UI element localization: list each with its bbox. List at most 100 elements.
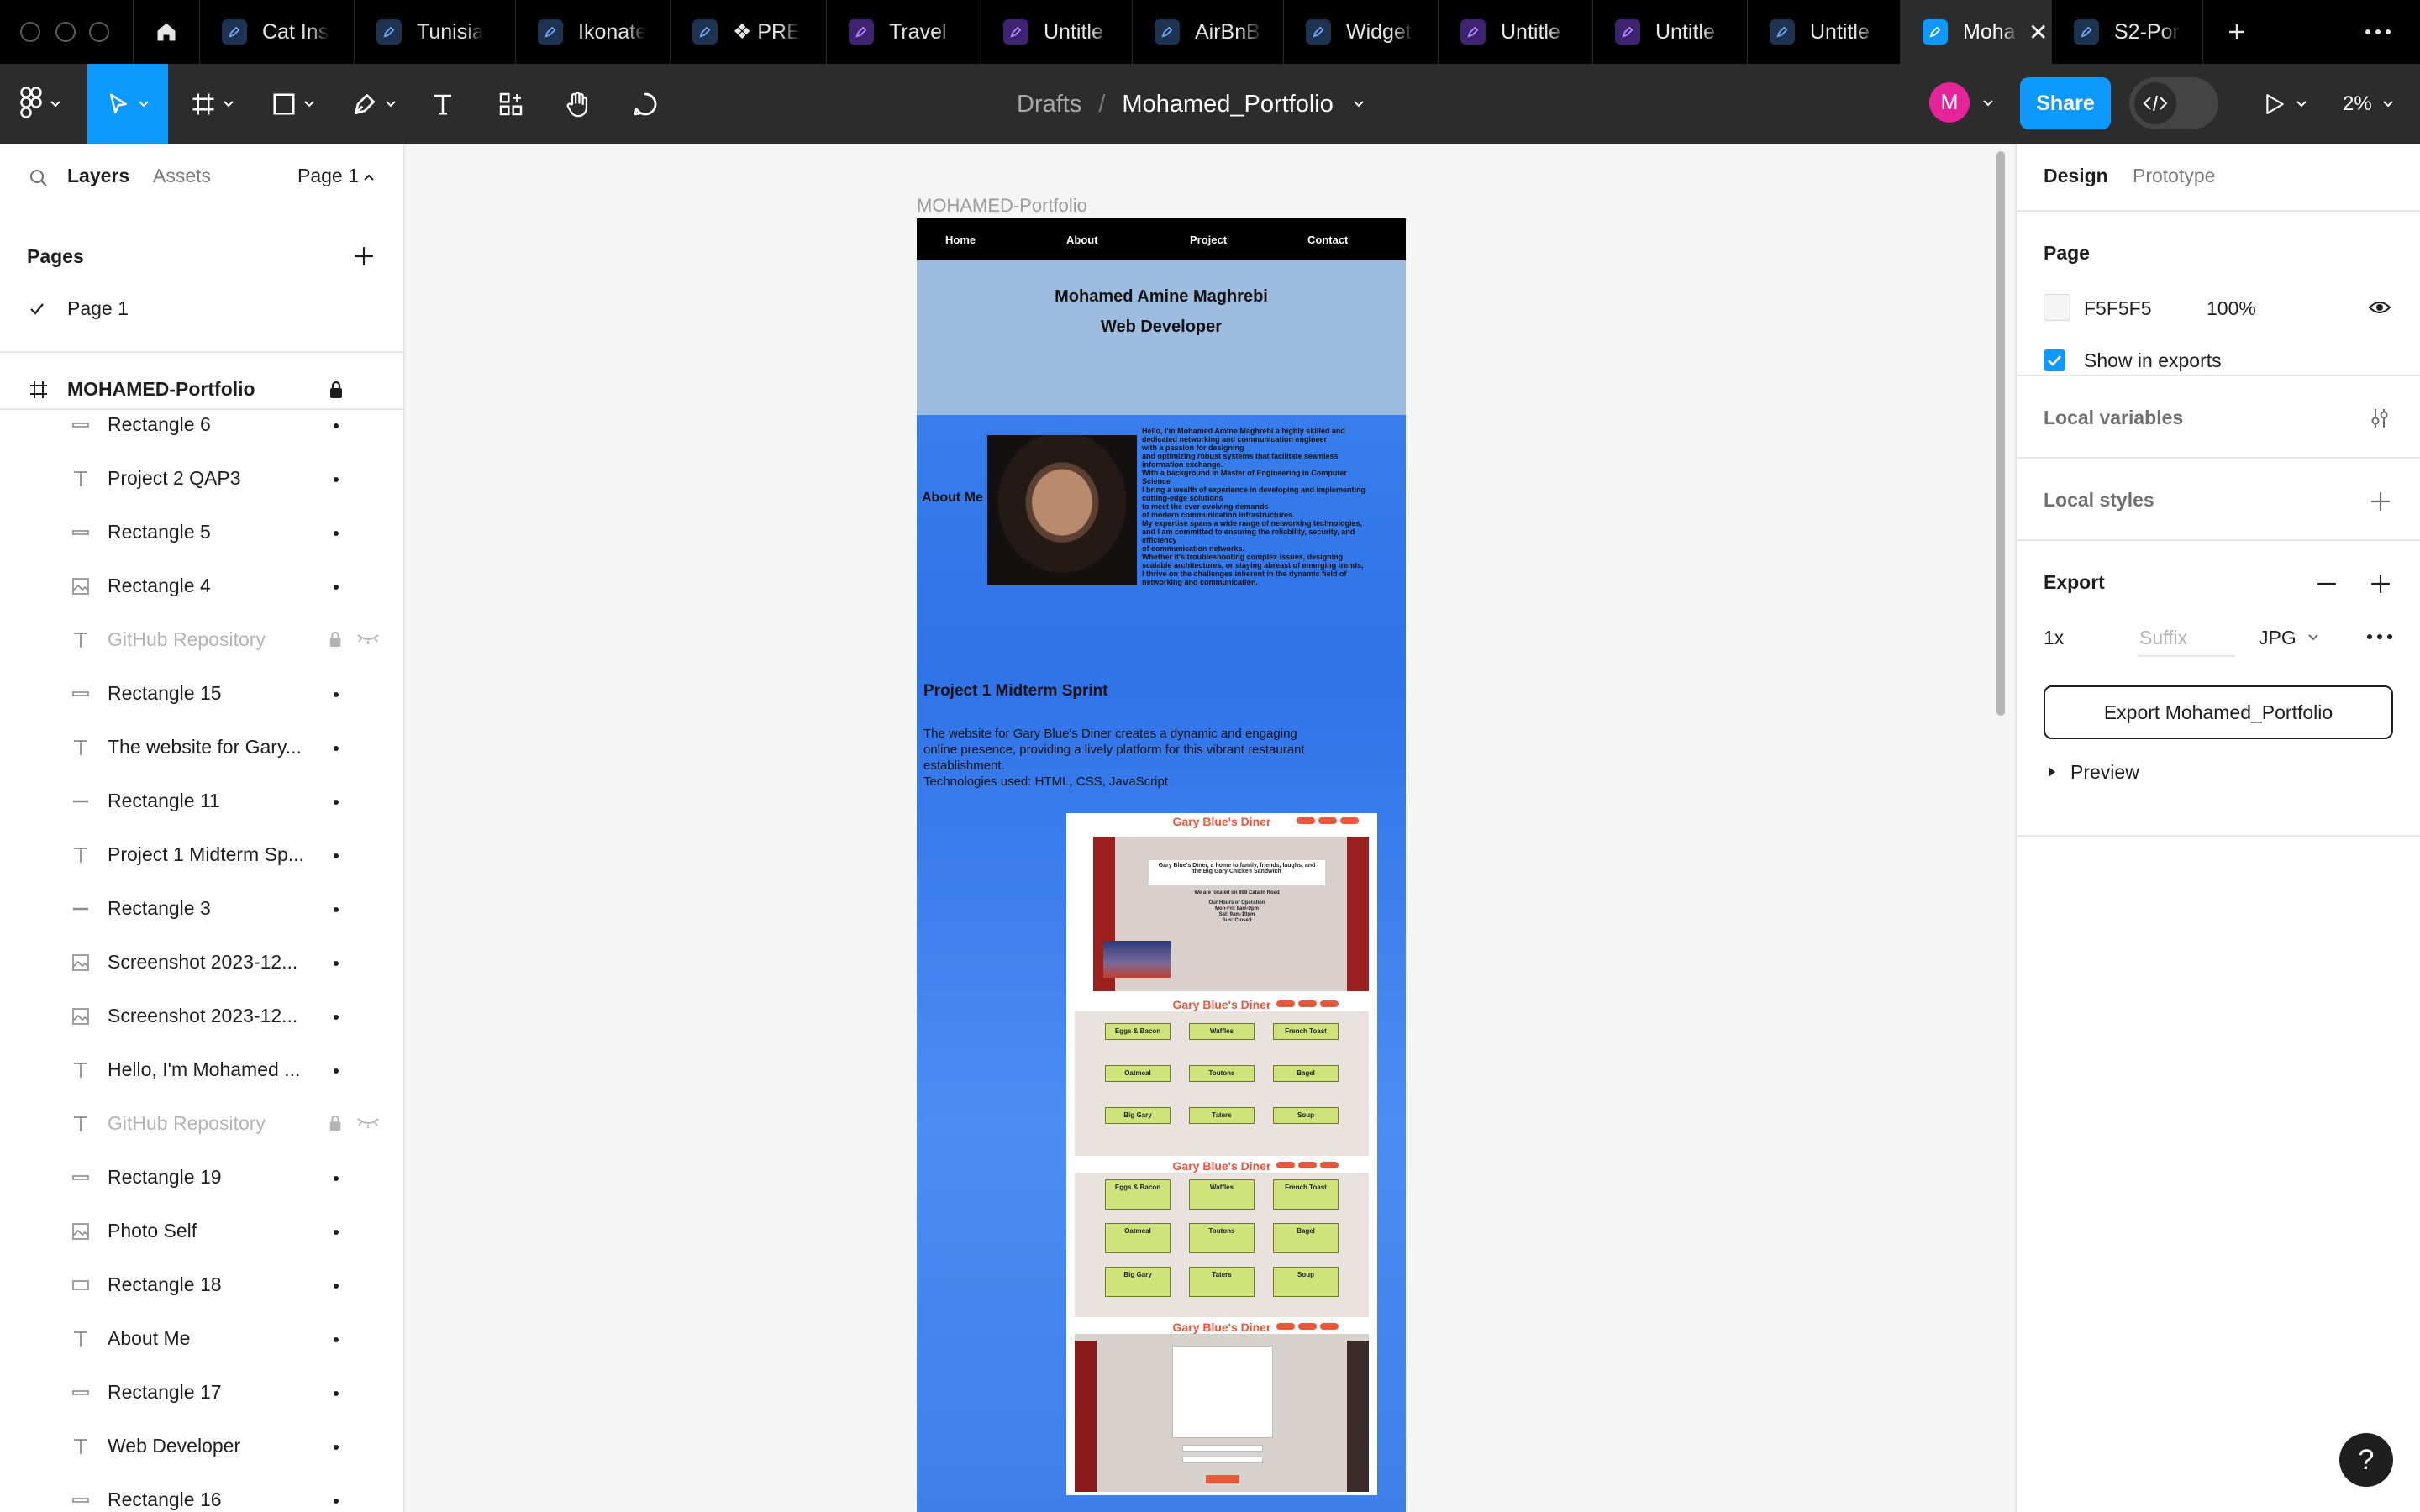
- preview-toggle[interactable]: Preview: [2070, 761, 2139, 784]
- tab-prototype[interactable]: Prototype: [2133, 165, 2215, 187]
- frame-title-label[interactable]: MOHAMED-Portfolio: [917, 195, 1087, 217]
- layer-row[interactable]: Project 2 QAP3: [0, 452, 403, 506]
- file-tab[interactable]: Tunisia: [355, 0, 516, 64]
- layer-row[interactable]: Rectangle 3: [0, 882, 403, 936]
- breadcrumb: Drafts / Mohamed_Portfolio: [1017, 64, 1365, 144]
- layer-row[interactable]: Rectangle 11: [0, 774, 403, 828]
- layer-row[interactable]: Screenshot 2023-12...: [0, 990, 403, 1043]
- canvas[interactable]: MOHAMED-Portfolio Home About Project Con…: [405, 144, 2015, 1512]
- layer-row[interactable]: Rectangle 19: [0, 1151, 403, 1205]
- shape-tool-button[interactable]: [257, 64, 329, 144]
- layer-row[interactable]: Screenshot 2023-12...: [0, 936, 403, 990]
- layer-row[interactable]: Rectangle 5: [0, 506, 403, 559]
- export-format-select[interactable]: JPG: [2259, 627, 2296, 649]
- text-tool-button[interactable]: [420, 64, 466, 144]
- search-icon[interactable]: [29, 168, 49, 188]
- comment-tool-button[interactable]: [622, 64, 669, 144]
- file-tab[interactable]: Untitle: [1439, 0, 1593, 64]
- layer-row[interactable]: Hello, I'm Mohamed ...: [0, 1043, 403, 1097]
- file-tab[interactable]: Ikonate: [516, 0, 671, 64]
- layer-row[interactable]: GitHub Repository: [0, 1097, 403, 1151]
- lock-icon[interactable]: [328, 380, 345, 400]
- page-selector[interactable]: Page 1: [297, 165, 359, 187]
- main-menu-button[interactable]: [0, 64, 81, 144]
- file-tab[interactable]: Travel: [827, 0, 981, 64]
- help-button[interactable]: ?: [2339, 1433, 2393, 1487]
- file-tab[interactable]: S2-Por: [2052, 0, 2203, 64]
- show-in-exports-checkbox[interactable]: [2044, 349, 2065, 371]
- breadcrumb-drafts-link[interactable]: Drafts: [1017, 91, 1081, 118]
- layer-row[interactable]: Project 1 Midterm Sp...: [0, 828, 403, 882]
- chevron-down-icon[interactable]: [1352, 100, 1365, 108]
- layer-row[interactable]: Rectangle 17: [0, 1366, 403, 1420]
- zoom-menu[interactable]: 2%: [2343, 64, 2394, 144]
- tab-layers[interactable]: Layers: [67, 165, 129, 187]
- chevron-down-icon[interactable]: [1981, 99, 1995, 108]
- triangle-right-icon[interactable]: [2047, 766, 2057, 778]
- eye-closed-icon[interactable]: [356, 632, 380, 645]
- tab-design[interactable]: Design: [2044, 165, 2108, 187]
- chevron-down-icon[interactable]: [2307, 633, 2319, 642]
- layer-name: Rectangle 5: [108, 521, 211, 543]
- canvas-scrollbar[interactable]: [1996, 151, 2005, 716]
- home-tab[interactable]: [133, 0, 200, 64]
- export-button[interactable]: Export Mohamed_Portfolio: [2044, 685, 2393, 739]
- layer-row[interactable]: GitHub Repository: [0, 613, 403, 667]
- eye-closed-icon[interactable]: [356, 1116, 380, 1129]
- move-tool-button[interactable]: [87, 64, 168, 144]
- local-variables-section[interactable]: Local variables: [2017, 376, 2420, 459]
- more-horizontal-icon[interactable]: [2366, 633, 2393, 640]
- export-scale[interactable]: 1x: [2044, 627, 2064, 649]
- more-menu-button[interactable]: [2344, 0, 2412, 64]
- page-list-item[interactable]: Page 1: [0, 284, 403, 334]
- eye-icon[interactable]: [2368, 299, 2391, 316]
- layer-row[interactable]: Photo Self: [0, 1205, 403, 1258]
- resources-tool-button[interactable]: [487, 64, 534, 144]
- file-tab[interactable]: Untitle: [1593, 0, 1748, 64]
- layer-row[interactable]: Web Developer: [0, 1420, 403, 1473]
- frame-tool-button[interactable]: [176, 64, 249, 144]
- file-tab[interactable]: Widget: [1284, 0, 1439, 64]
- user-avatar[interactable]: M: [1929, 82, 1970, 123]
- layer-row[interactable]: Rectangle 4: [0, 559, 403, 613]
- dev-mode-toggle[interactable]: [2129, 77, 2218, 129]
- plus-icon[interactable]: [2370, 573, 2391, 595]
- file-tab[interactable]: Cat Ins: [200, 0, 355, 64]
- export-suffix-input[interactable]: Suffix: [2139, 627, 2187, 649]
- file-tab[interactable]: Untitle: [981, 0, 1133, 64]
- tab-assets[interactable]: Assets: [153, 165, 211, 187]
- hand-tool-button[interactable]: [555, 64, 602, 144]
- lock-icon[interactable]: [328, 630, 343, 648]
- layer-row[interactable]: Rectangle 6: [0, 398, 403, 452]
- page-color-hex[interactable]: F5F5F5: [2084, 297, 2152, 320]
- present-button[interactable]: [2252, 64, 2319, 144]
- file-tab[interactable]: Untitle: [1748, 0, 1901, 64]
- portfolio-frame[interactable]: Home About Project Contact Mohamed Amine…: [917, 218, 1406, 1512]
- figma-file-icon: [2074, 19, 2099, 45]
- share-button[interactable]: Share: [2020, 77, 2111, 129]
- file-tab[interactable]: AirBnB: [1133, 0, 1284, 64]
- new-tab-button[interactable]: [2203, 0, 2270, 64]
- window-zoom-button[interactable]: [89, 22, 109, 42]
- chevron-up-icon[interactable]: [363, 173, 375, 181]
- plus-icon[interactable]: [2370, 491, 2391, 512]
- add-page-plus-icon[interactable]: [353, 245, 375, 267]
- lock-icon[interactable]: [328, 1114, 343, 1132]
- minus-icon[interactable]: [2316, 573, 2338, 595]
- layer-row[interactable]: Rectangle 15: [0, 667, 403, 721]
- layer-row[interactable]: Rectangle 16: [0, 1473, 403, 1512]
- window-minimize-button[interactable]: [55, 22, 76, 42]
- menu-item-card: Toutons: [1189, 1223, 1255, 1253]
- file-tab[interactable]: Moha ✕: [1901, 0, 2052, 64]
- close-icon[interactable]: ✕: [2028, 18, 2048, 46]
- page-opacity[interactable]: 100%: [2207, 297, 2256, 320]
- page-color-swatch[interactable]: [2044, 294, 2070, 321]
- layer-row[interactable]: About Me: [0, 1312, 403, 1366]
- layer-row[interactable]: The website for Gary...: [0, 721, 403, 774]
- variables-settings-icon[interactable]: [2368, 407, 2391, 430]
- file-name[interactable]: Mohamed_Portfolio: [1122, 91, 1333, 118]
- file-tab[interactable]: ❖ PRE: [671, 0, 827, 64]
- layer-row[interactable]: Rectangle 18: [0, 1258, 403, 1312]
- window-close-button[interactable]: [20, 22, 40, 42]
- pen-tool-button[interactable]: [338, 64, 410, 144]
